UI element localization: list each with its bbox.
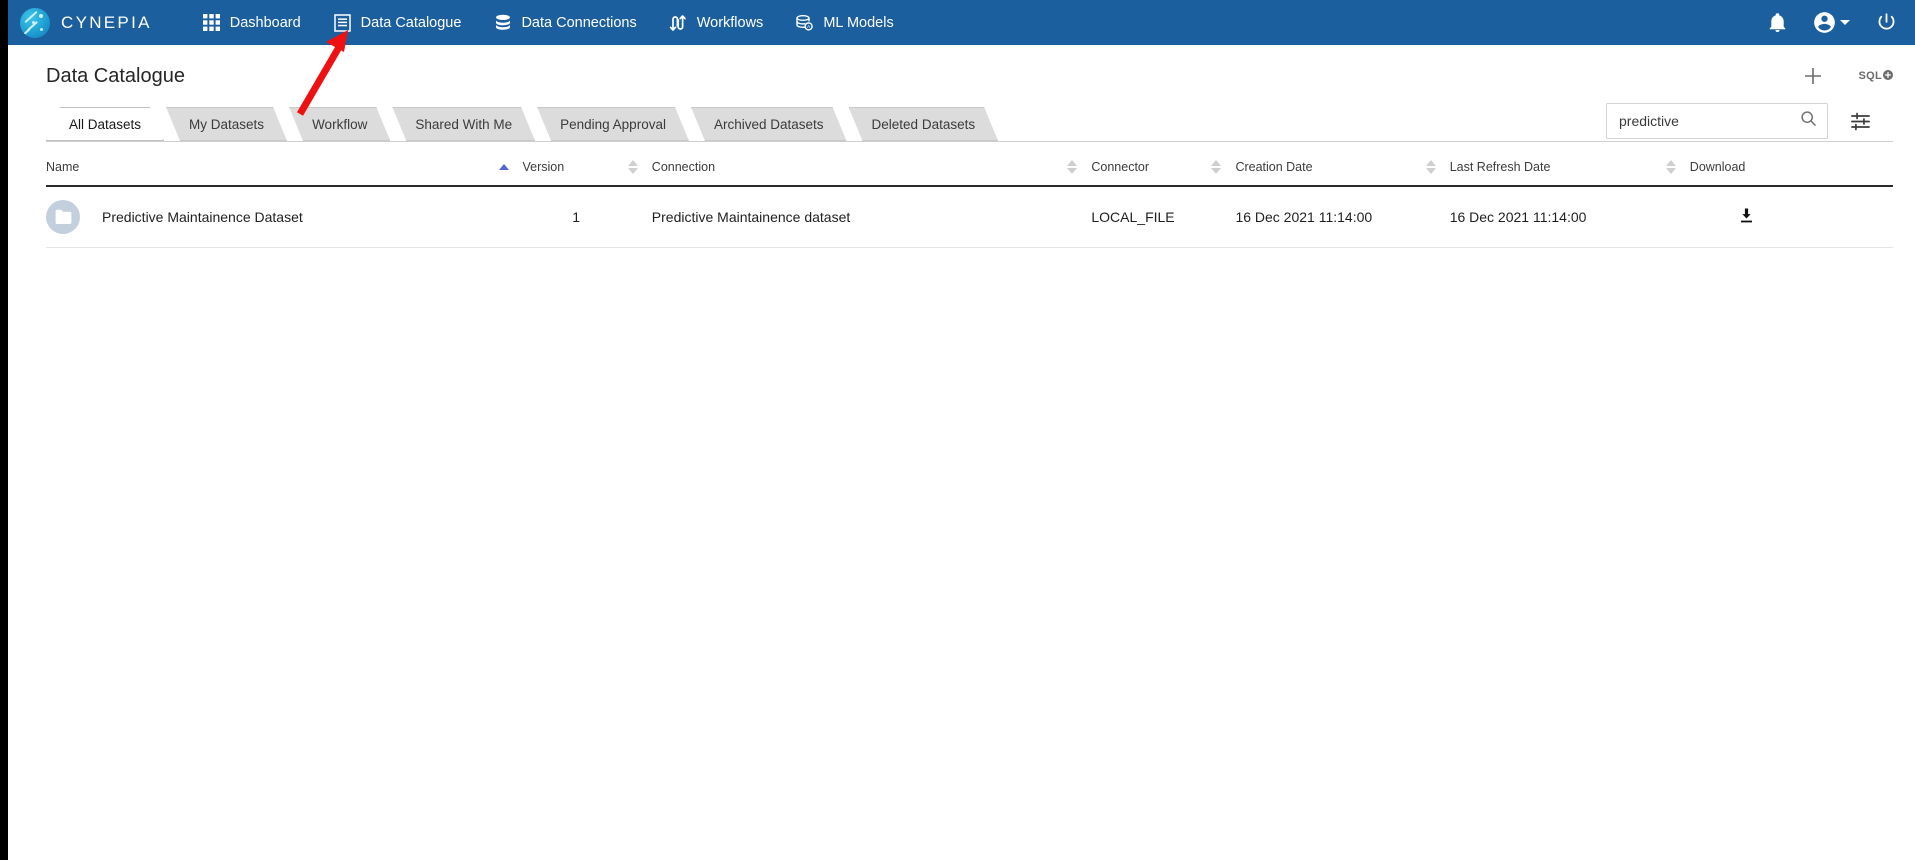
cell-version: 1 [522, 186, 652, 248]
tabs-section: All Datasets My Datasets Workflow Shared… [8, 103, 1915, 142]
sort-toggle-icon[interactable] [1425, 160, 1436, 174]
search-area [1606, 103, 1871, 139]
nav-item-ml-models[interactable]: A ML Models [779, 0, 909, 45]
datasets-table: Name Version Connection Connector Creati… [46, 160, 1893, 248]
cell-last-refresh-date: 16 Dec 2021 11:14:00 [1449, 186, 1690, 248]
search-box[interactable] [1606, 103, 1828, 139]
column-label: Creation Date [1235, 160, 1313, 174]
column-label: Connection [651, 160, 716, 174]
document-list-icon [333, 13, 352, 32]
table-header: Name Version Connection Connector Creati… [46, 160, 1893, 186]
brand[interactable]: CYNEPIA [20, 7, 152, 38]
cynepia-circle-logo-icon [20, 7, 50, 38]
app-page: CYNEPIA Dashboard Data Catalogue Data Co… [8, 0, 1915, 860]
column-label: Last Refresh Date [1449, 160, 1551, 174]
sql-label: SQL [1858, 70, 1882, 82]
column-label: Connector [1091, 160, 1150, 174]
cell-connector: LOCAL_FILE [1091, 186, 1236, 248]
page-header-actions: SQL [1802, 65, 1893, 87]
svg-text:A: A [807, 24, 810, 29]
search-input[interactable] [1619, 113, 1800, 129]
add-dataset-button[interactable] [1802, 65, 1824, 87]
folder-icon [46, 200, 80, 234]
page-title: Data Catalogue [46, 64, 185, 87]
cell-creation-date: 16 Dec 2021 11:14:00 [1235, 186, 1450, 248]
column-header-name[interactable]: Name [46, 160, 523, 186]
nav-item-label: Workflows [696, 14, 764, 31]
column-label: Download [1689, 160, 1746, 174]
cell-name: Predictive Maintainence Dataset [46, 186, 523, 248]
tab-deleted-datasets[interactable]: Deleted Datasets [849, 107, 999, 141]
table-header-row: Name Version Connection Connector Creati… [46, 160, 1893, 186]
tab-my-datasets[interactable]: My Datasets [166, 107, 287, 141]
tab-all-datasets[interactable]: All Datasets [46, 107, 164, 141]
sort-toggle-icon[interactable] [627, 160, 638, 174]
tabs-underline [46, 141, 1893, 142]
tab-label: Workflow [312, 116, 368, 132]
page-header: Data Catalogue SQL [8, 45, 1915, 107]
database-icon [493, 13, 512, 32]
sort-toggle-icon[interactable] [1665, 160, 1676, 174]
nav-item-data-catalogue[interactable]: Data Catalogue [317, 0, 478, 45]
tab-pending-approval[interactable]: Pending Approval [537, 107, 689, 141]
nav-item-data-connections[interactable]: Data Connections [477, 0, 652, 45]
sort-toggle-icon[interactable] [1211, 160, 1222, 174]
tab-label: My Datasets [189, 116, 265, 132]
column-header-connection[interactable]: Connection [652, 160, 1092, 186]
nav-item-workflows[interactable]: Workflows [653, 0, 780, 45]
sort-toggle-icon[interactable] [1067, 160, 1078, 174]
add-sql-dataset-button[interactable]: SQL [1858, 69, 1893, 82]
column-header-last-refresh-date[interactable]: Last Refresh Date [1450, 160, 1690, 186]
workflow-arrows-icon [669, 13, 688, 32]
left-edge-rail [0, 0, 8, 860]
navbar-items: Dashboard Data Catalogue Data Connection… [186, 0, 910, 45]
database-model-icon: A [795, 13, 814, 32]
table-body: Predictive Maintainence Dataset 1 Predic… [46, 186, 1893, 248]
search-icon[interactable] [1800, 110, 1817, 132]
tab-label: All Datasets [69, 116, 142, 132]
table-row[interactable]: Predictive Maintainence Dataset 1 Predic… [46, 186, 1893, 248]
sort-ascending-icon[interactable] [498, 164, 509, 170]
sql-plus-badge-icon [1883, 69, 1893, 80]
grid-icon [202, 13, 221, 32]
tab-shared-with-me[interactable]: Shared With Me [392, 107, 535, 141]
chevron-down-icon [1840, 20, 1850, 25]
nav-item-label: Dashboard [229, 14, 301, 31]
download-icon[interactable] [1738, 207, 1755, 224]
nav-item-label: Data Connections [521, 14, 637, 31]
nav-item-label: ML Models [823, 14, 894, 31]
column-header-connector[interactable]: Connector [1091, 160, 1235, 186]
column-header-creation-date[interactable]: Creation Date [1235, 160, 1449, 186]
dataset-tabs: All Datasets My Datasets Workflow Shared… [46, 103, 1893, 141]
nav-item-label: Data Catalogue [360, 14, 462, 31]
tab-label: Pending Approval [560, 116, 666, 132]
tune-filter-icon[interactable] [1850, 111, 1871, 132]
cell-download [1689, 186, 1893, 248]
brand-name: CYNEPIA [61, 12, 152, 32]
tab-label: Archived Datasets [713, 116, 824, 132]
column-header-version[interactable]: Version [523, 160, 652, 186]
power-icon[interactable] [1876, 12, 1897, 33]
notifications-bell-icon[interactable] [1768, 12, 1787, 33]
navbar-right-actions [1768, 0, 1897, 45]
cell-connection: Predictive Maintainence dataset [651, 186, 1092, 248]
top-navbar: CYNEPIA Dashboard Data Catalogue Data Co… [8, 0, 1915, 45]
tab-archived-datasets[interactable]: Archived Datasets [691, 107, 847, 141]
nav-item-dashboard[interactable]: Dashboard [186, 0, 317, 45]
tab-workflow[interactable]: Workflow [289, 107, 390, 141]
column-label: Version [522, 160, 565, 174]
column-header-download: Download [1690, 160, 1893, 186]
tab-label: Deleted Datasets [871, 116, 976, 132]
tab-label: Shared With Me [415, 116, 513, 132]
dataset-name[interactable]: Predictive Maintainence Dataset [102, 209, 303, 225]
datasets-table-wrapper: Name Version Connection Connector Creati… [8, 160, 1915, 248]
column-label: Name [46, 160, 80, 174]
account-circle-icon[interactable] [1813, 11, 1850, 34]
